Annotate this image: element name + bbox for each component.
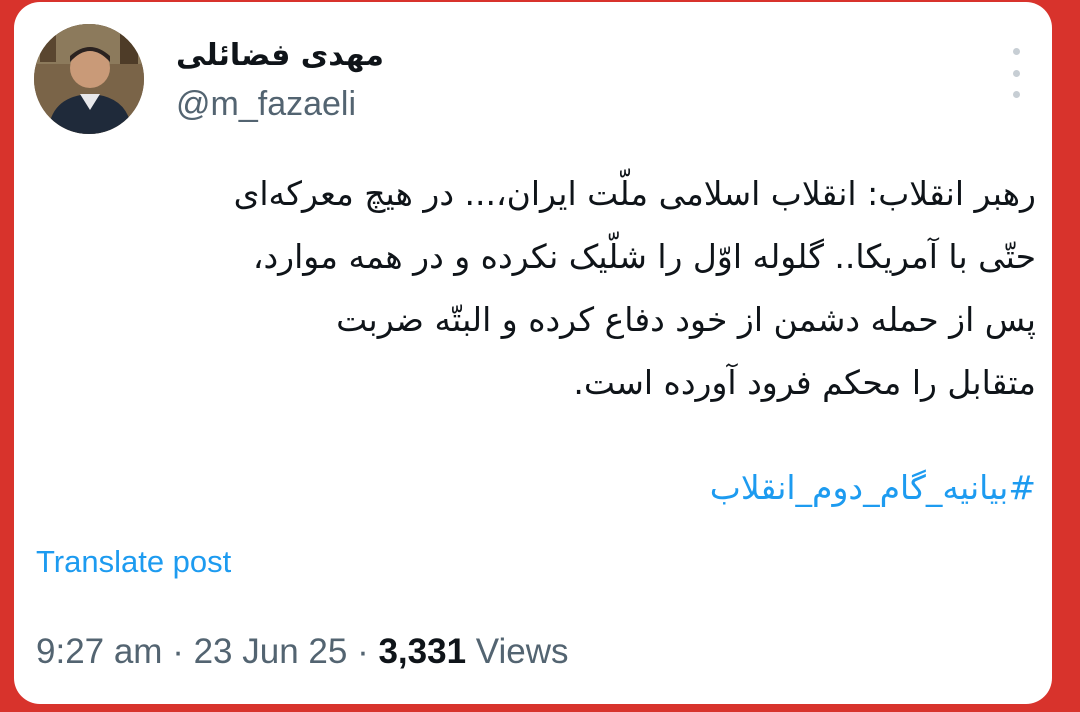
post-date[interactable]: 23 Jun 25 — [194, 632, 348, 671]
hashtag-link[interactable]: #بیانیه_گام_دوم_انقلاب — [34, 458, 1036, 518]
more-dot — [1012, 69, 1020, 77]
screenshot-frame: مهدی فضائلی @m_fazaeli رهبر انقلاب: انقل… — [0, 0, 1080, 712]
tweet-text-line: حتّی با آمریکا.. گلوله اوّل را شلّیک نکر… — [252, 237, 1036, 276]
user-handle[interactable]: @m_fazaeli — [176, 84, 356, 124]
tweet-text: رهبر انقلاب: انقلاب اسلامی ملّت ایران،..… — [34, 162, 1036, 414]
views-label: Views — [475, 632, 569, 671]
more-dot — [1012, 48, 1020, 55]
more-dot — [1012, 91, 1020, 98]
tweet-text-line: رهبر انقلاب: انقلاب اسلامی ملّت ایران،..… — [233, 174, 1036, 213]
avatar[interactable] — [34, 24, 144, 134]
more-vertical-icon[interactable] — [1004, 48, 1028, 98]
tweet-card: مهدی فضائلی @m_fazaeli رهبر انقلاب: انقل… — [14, 2, 1052, 704]
display-name[interactable]: مهدی فضائلی — [176, 38, 384, 74]
tweet-metadata: 9:27 am · 23 Jun 25 · 3,331 Views — [36, 630, 569, 674]
tweet-text-line: پس از حمله دشمن از خود دفاع کرده و البتّ… — [336, 300, 1036, 339]
views-count: 3,331 — [378, 632, 467, 671]
meta-separator: · — [172, 632, 184, 671]
meta-separator: · — [357, 632, 369, 671]
tweet-text-line: متقابل را محکم فرود آورده است. — [573, 363, 1036, 402]
avatar-photo — [34, 24, 144, 134]
translate-post-link[interactable]: Translate post — [36, 542, 231, 582]
post-time[interactable]: 9:27 am — [36, 632, 162, 671]
